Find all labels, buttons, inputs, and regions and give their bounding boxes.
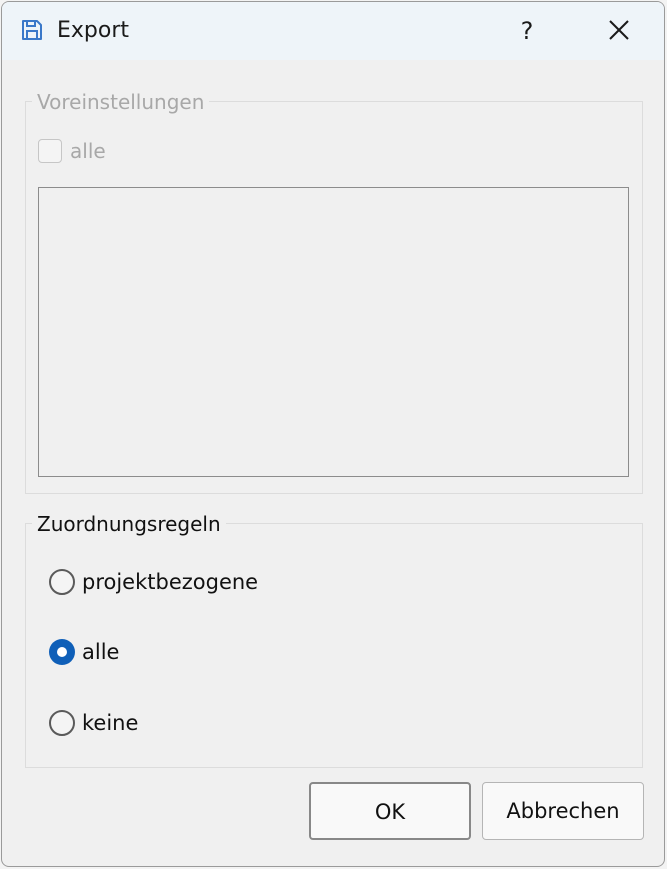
close-button[interactable] [594,10,644,52]
presets-all-checkbox[interactable] [38,139,62,163]
radio-keine[interactable] [49,710,75,736]
dialog-title: Export [57,18,130,43]
radio-keine-label: keine [82,711,139,735]
presets-legend: Voreinstellungen [32,90,210,114]
radio-alle-label: alle [82,640,120,664]
close-icon [594,20,644,56]
radio-projektbezogene-label: projektbezogene [82,570,259,594]
rules-legend: Zuordnungsregeln [32,512,226,536]
ok-button[interactable]: OK [309,782,471,840]
save-icon [20,18,44,42]
title-bar[interactable]: Export ? [2,2,664,60]
cancel-button[interactable]: Abbrechen [482,782,644,840]
radio-projektbezogene[interactable] [49,569,75,595]
radio-alle[interactable] [49,639,75,665]
presets-all-label: alle [70,139,106,163]
help-button[interactable]: ? [502,10,552,52]
export-dialog: Export ? Voreinstellungen alle Zuordnung… [1,1,665,867]
presets-list[interactable] [38,187,629,477]
